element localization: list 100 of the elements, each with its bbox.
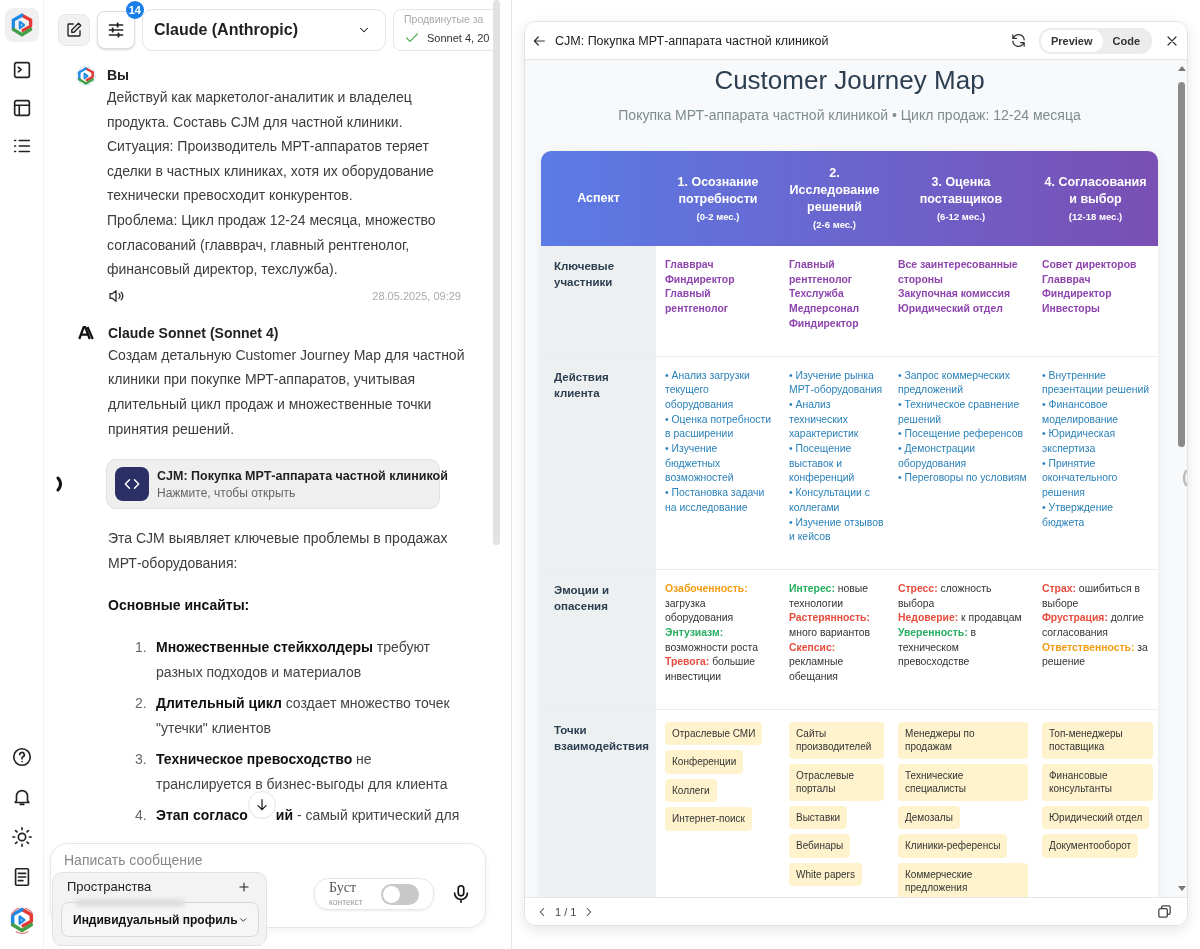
action-item: • Консультации с коллегами — [789, 486, 871, 515]
view-tab[interactable]: Preview — [1040, 29, 1103, 52]
touchpoint-tag: Клиники-референсы — [898, 834, 1008, 858]
action-item: • Изучение рынка МРТ-оборудования — [789, 368, 884, 398]
touchpoint-tag: Конференции — [665, 750, 744, 774]
edit-icon — [65, 21, 83, 39]
action-item: • Переговоры по условиям — [898, 471, 1028, 486]
list-number: 4. — [135, 806, 148, 826]
settings-value: Sonnet 4, 20 — [427, 32, 490, 44]
touchpoint-tag: Коммерческие предложения — [898, 862, 1028, 897]
list-item-text: Множественные стейкхолдеры требуют разных подходов и материалов — [156, 637, 432, 682]
column-period: (2-6 мес.) — [812, 218, 857, 232]
participant-name: Все заинтересованные стороны — [898, 258, 1019, 287]
column-period: (12-18 мес.) — [1067, 209, 1124, 224]
touchpoint-tag: Выставки — [789, 805, 848, 830]
action-item: • Утверждение бюджета — [1042, 500, 1114, 530]
scroll-down-icon[interactable] — [1176, 885, 1187, 893]
action-item: • Внутренние презентации решений — [1042, 368, 1150, 398]
emotion-text: Недоверие: к продавцам — [898, 611, 1023, 626]
action-item: • Юридическая экспертиза — [1042, 427, 1117, 457]
message-text: Действуй как маркетолог-аналитик и владелец продукта. Составь CJM для частной клиники. — [107, 88, 413, 132]
column-period: (6-12 мес.) — [935, 209, 987, 224]
action-item: • Оценка потребности в расширении — [665, 412, 772, 442]
participant-name: Финдиректор — [665, 272, 736, 287]
list-item-text: Длительный цикл создает множество точек "утечки" клиентов — [156, 694, 451, 738]
copy-icon[interactable] — [1156, 903, 1173, 920]
touchpoint-tag: Менеджеры по продажам — [898, 721, 1028, 759]
author-name: Claude Sonnet (Sonnet 4) — [108, 323, 280, 343]
participant-name: Инвесторы — [1042, 302, 1101, 317]
scrollbar-thumb[interactable] — [1178, 82, 1185, 447]
message-time: 28.05.2025, 09:29 — [372, 289, 461, 302]
new-chat-button[interactable] — [58, 14, 90, 46]
action-item: • Посещение выставок и конференций — [789, 442, 856, 486]
touchpoint-tag: Интернет-поиск — [665, 807, 752, 831]
document-title: Customer Journey Map — [713, 64, 986, 97]
touchpoint-tag: Отраслевые СМИ — [665, 721, 763, 746]
participant-name: Главный рентгенолог — [789, 258, 854, 287]
emotion-text: Скепсис: рекламные обещания — [789, 640, 845, 685]
scroll-up-icon[interactable] — [1176, 64, 1187, 72]
list-item-text: Техническое превосходство не транслируется в бизнес-выгоды для клиента — [156, 750, 449, 794]
row-label: Ключевые участники — [554, 259, 616, 290]
participant-name: Медперсонал — [789, 302, 861, 317]
emotion-text: Ответственность: за решение — [1042, 640, 1149, 670]
plus-icon[interactable] — [237, 879, 251, 894]
message-text: Проблема: Цикл продаж 12-24 месяца, множество согласований (главврач, главный рентгенолог, финансовый директор, техслужба). — [107, 210, 437, 280]
touchpoint-tag: White papers — [789, 862, 862, 887]
list-item-text: Этап согласо — [156, 806, 248, 826]
participant-name: Главврач — [1042, 272, 1092, 287]
boost-label: Буст — [329, 881, 358, 895]
touchpoint-tag: Вебинары — [789, 834, 851, 858]
toggle-switch[interactable] — [381, 883, 419, 905]
scroll-down-button[interactable] — [247, 791, 276, 820]
logo-tile[interactable] — [4, 8, 39, 42]
help-icon[interactable] — [10, 746, 33, 768]
touchpoint-tag: Топ-менеджеры поставщика — [1042, 721, 1153, 759]
emotion-text: Тревога: большие инвестиции — [665, 655, 757, 685]
list-number: 3. — [135, 750, 148, 770]
row-label: Точки взаимодействия — [554, 722, 648, 754]
touchpoint-tag: Отраслевые порталы — [789, 763, 884, 801]
participant-name: Закупочная комиссия — [898, 287, 1012, 302]
participant-name: Техслужба — [789, 287, 845, 302]
touchpoint-tag: Документооборот — [1042, 834, 1139, 858]
model-select[interactable]: Claude (Anthropic) — [142, 9, 386, 51]
settings-icon — [106, 20, 126, 40]
settings-title: Продвинутые за — [404, 13, 485, 26]
sun-icon[interactable] — [10, 826, 33, 848]
action-item: • Запрос коммерческих предложений — [898, 368, 1011, 398]
list-item-text: ий - самый критический для — [275, 806, 460, 826]
column-title: 1. Осознание потребности — [676, 173, 760, 208]
touchpoint-tag: Финансовые консультанты — [1042, 763, 1153, 801]
message-text: Создам детальную Customer Journey Map для частной клиники при покупке МРТ-аппаратов, учитывая длительный цикл продаж и множественные точки принятия решений. — [108, 345, 466, 439]
emotion-text: Уверенность: в техническом превосходстве — [898, 626, 978, 670]
row-label: Действия клиента — [554, 369, 610, 401]
participant-name: Финдиректор — [789, 316, 860, 331]
participant-name: Главврач — [665, 258, 715, 272]
scrollbar[interactable] — [493, 0, 500, 545]
column-period: (0-2 мес.) — [695, 209, 741, 224]
touchpoint-tag: Юридический отдел — [1042, 805, 1150, 830]
touchpoint-tag: Технические специалисты — [898, 763, 1028, 801]
document-subtitle: Покупка МРТ-аппарата частной клиникой • Цикл продаж: 12-24 месяца — [617, 106, 1082, 124]
action-item: • Анализ загрузки текущего оборудования — [665, 368, 751, 412]
spaces-title: Пространства — [67, 879, 152, 894]
action-item: • Финансовое моделирование — [1042, 397, 1120, 427]
participant-name: Юридический отдел — [898, 302, 1004, 317]
message-text: Ситуация: Производитель МРТ-аппаратов теряет сделки в частных клиниках, хотя их оборудование технически превосходит конкурентов. — [107, 137, 435, 206]
column-title: 3. Оценка поставщиков — [918, 173, 1004, 208]
participant-name: Совет директоров — [1042, 258, 1138, 272]
action-item: • Изучение бюджетных возможностей — [665, 442, 735, 486]
refresh-icon[interactable] — [1009, 32, 1027, 49]
action-item: • Техническое сравнение решений — [898, 397, 1021, 427]
author-name: Вы — [107, 66, 131, 85]
profile-select[interactable]: Индивидуальный профиль — [61, 902, 259, 937]
touchpoint-tag: Демозалы — [898, 805, 960, 830]
column-title: Аспект — [576, 190, 621, 207]
touchpoint-tag: Коллеги — [665, 778, 717, 803]
view-tab[interactable]: Code — [1102, 29, 1150, 52]
section-heading: Основные инсайты: — [108, 596, 251, 616]
boost-toggle[interactable]: Буст контекст — [314, 878, 434, 910]
emotion-text: Озабоченность: загрузка оборудования — [665, 581, 749, 626]
emotion-text: Интерес: новые технологии — [789, 581, 869, 611]
